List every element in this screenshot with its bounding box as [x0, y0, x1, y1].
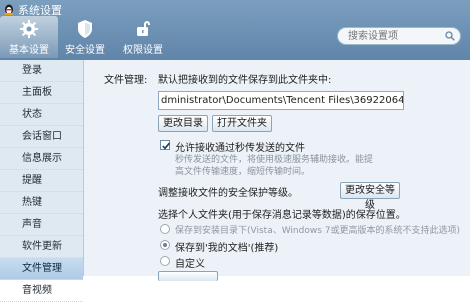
download-path-field[interactable]: dministrator\Documents\Tencent Files\369… — [158, 91, 404, 110]
tab-label: 基本设置 — [9, 45, 49, 56]
radio-my-documents[interactable] — [160, 240, 170, 250]
tab-label: 安全设置 — [65, 45, 105, 56]
sidebar-item-main-panel[interactable]: 主面板 — [0, 82, 83, 104]
option-my-documents-label: 保存到'我的文档'(推荐) — [175, 243, 279, 254]
sidebar-item-file-management[interactable]: 文件管理 — [0, 258, 83, 280]
sidebar-item-sound[interactable]: 声音 — [0, 214, 83, 236]
section-label: 文件管理: — [104, 75, 148, 86]
radio-custom[interactable] — [160, 256, 170, 266]
sidebar-item-software-update[interactable]: 软件更新 — [0, 236, 83, 258]
tab-label: 权限设置 — [123, 45, 163, 56]
search-box[interactable] — [337, 27, 461, 45]
allow-offline-checkbox[interactable] — [160, 140, 171, 150]
option-install-dir-label: 保存到安装目录下(Vista、Windows 7或更高版本的系统不支持此选项) — [175, 226, 460, 236]
open-folder-button[interactable]: 打开文件夹 — [212, 115, 272, 132]
change-security-level-button[interactable]: 更改安全等级 — [340, 182, 400, 211]
settings-window: 系统设置 基本设置 安全设置 权限设置 搜索设置项 登录 主面板 状态 会话窗口… — [0, 0, 470, 302]
sidebar-item-status[interactable]: 状态 — [0, 104, 83, 126]
checkmark-icon — [162, 142, 171, 150]
offline-note: 秒传发送的文件，将使用极速服务辅助接收。能提高文件传输速度，缩短传输时间。 — [175, 155, 374, 177]
settings-sidebar: 登录 主面板 状态 会话窗口 信息展示 提醒 热键 声音 软件更新 文件管理 音… — [0, 60, 84, 302]
tab-security-settings[interactable]: 安全设置 — [56, 16, 114, 58]
security-level-label: 调整接收文件的安全保护等级。 — [158, 188, 298, 199]
search-input[interactable] — [338, 28, 448, 44]
sidebar-item-login[interactable]: 登录 — [0, 60, 83, 82]
header-bar: 系统设置 基本设置 安全设置 权限设置 搜索设置项 — [0, 0, 470, 60]
save-to-label: 默认把接收到的文件保存到此文件夹中: — [158, 75, 332, 86]
personal-folder-label: 选择个人文件夹(用于保存消息记录等数据)的保存位置。 — [158, 210, 406, 221]
search-icon[interactable] — [445, 31, 455, 41]
browse-button[interactable] — [158, 271, 218, 281]
sidebar-item-audio-video[interactable]: 音视频 — [0, 280, 83, 302]
option-custom-label: 自定义 — [175, 259, 205, 270]
file-management-panel: 文件管理: 默认把接收到的文件保存到此文件夹中: dministrator\Do… — [84, 60, 470, 281]
radio-install-dir[interactable] — [160, 224, 170, 234]
sidebar-item-info-display[interactable]: 信息展示 — [0, 148, 83, 170]
gear-icon — [20, 20, 38, 38]
tab-basic-settings[interactable]: 基本设置 — [0, 16, 58, 58]
sidebar-item-reminders[interactable]: 提醒 — [0, 170, 83, 192]
shield-icon — [78, 20, 92, 38]
allow-offline-label: 允许接收通过秒传发送的文件 — [175, 143, 305, 154]
tab-permission-settings[interactable]: 权限设置 — [114, 16, 172, 58]
penguin-logo-icon — [4, 4, 14, 15]
lock-icon — [137, 21, 150, 36]
sidebar-item-hotkeys[interactable]: 热键 — [0, 192, 83, 214]
change-directory-button[interactable]: 更改目录 — [158, 115, 208, 132]
sidebar-item-chat-window[interactable]: 会话窗口 — [0, 126, 83, 148]
